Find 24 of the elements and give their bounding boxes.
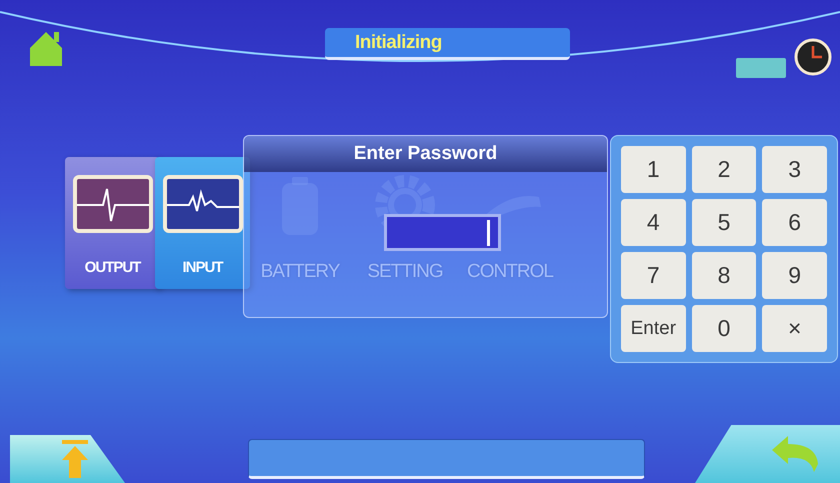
keypad-key[interactable]: 2 <box>692 146 756 193</box>
back-button[interactable] <box>695 425 840 483</box>
keypad-key[interactable]: × <box>762 305 827 352</box>
keypad-key[interactable]: 5 <box>692 199 756 246</box>
screen-title: Initializing <box>325 28 570 60</box>
keypad-key[interactable]: Enter <box>621 305 686 352</box>
keypad-key[interactable]: 7 <box>621 252 686 299</box>
keypad-key[interactable]: 4 <box>621 199 686 246</box>
keypad-key[interactable]: 6 <box>762 199 827 246</box>
monitor-waveform-icon <box>72 175 152 233</box>
top-button[interactable] <box>10 435 125 483</box>
upload-arrow-icon <box>60 438 90 480</box>
menu-label: INPUT <box>182 259 222 276</box>
status-indicator <box>736 58 786 78</box>
keypad-key[interactable]: 8 <box>692 252 756 299</box>
keypad-key[interactable]: 1 <box>621 146 686 193</box>
keypad-key[interactable]: 9 <box>762 252 827 299</box>
monitor-waveform-icon <box>162 175 242 233</box>
menu-label: OUTPUT <box>84 259 140 276</box>
dialog-title: Enter Password <box>244 136 607 172</box>
clock-icon[interactable] <box>794 38 832 76</box>
keypad-key[interactable]: 3 <box>762 146 827 193</box>
keypad-key[interactable]: 0 <box>692 305 756 352</box>
password-field[interactable] <box>384 214 501 251</box>
